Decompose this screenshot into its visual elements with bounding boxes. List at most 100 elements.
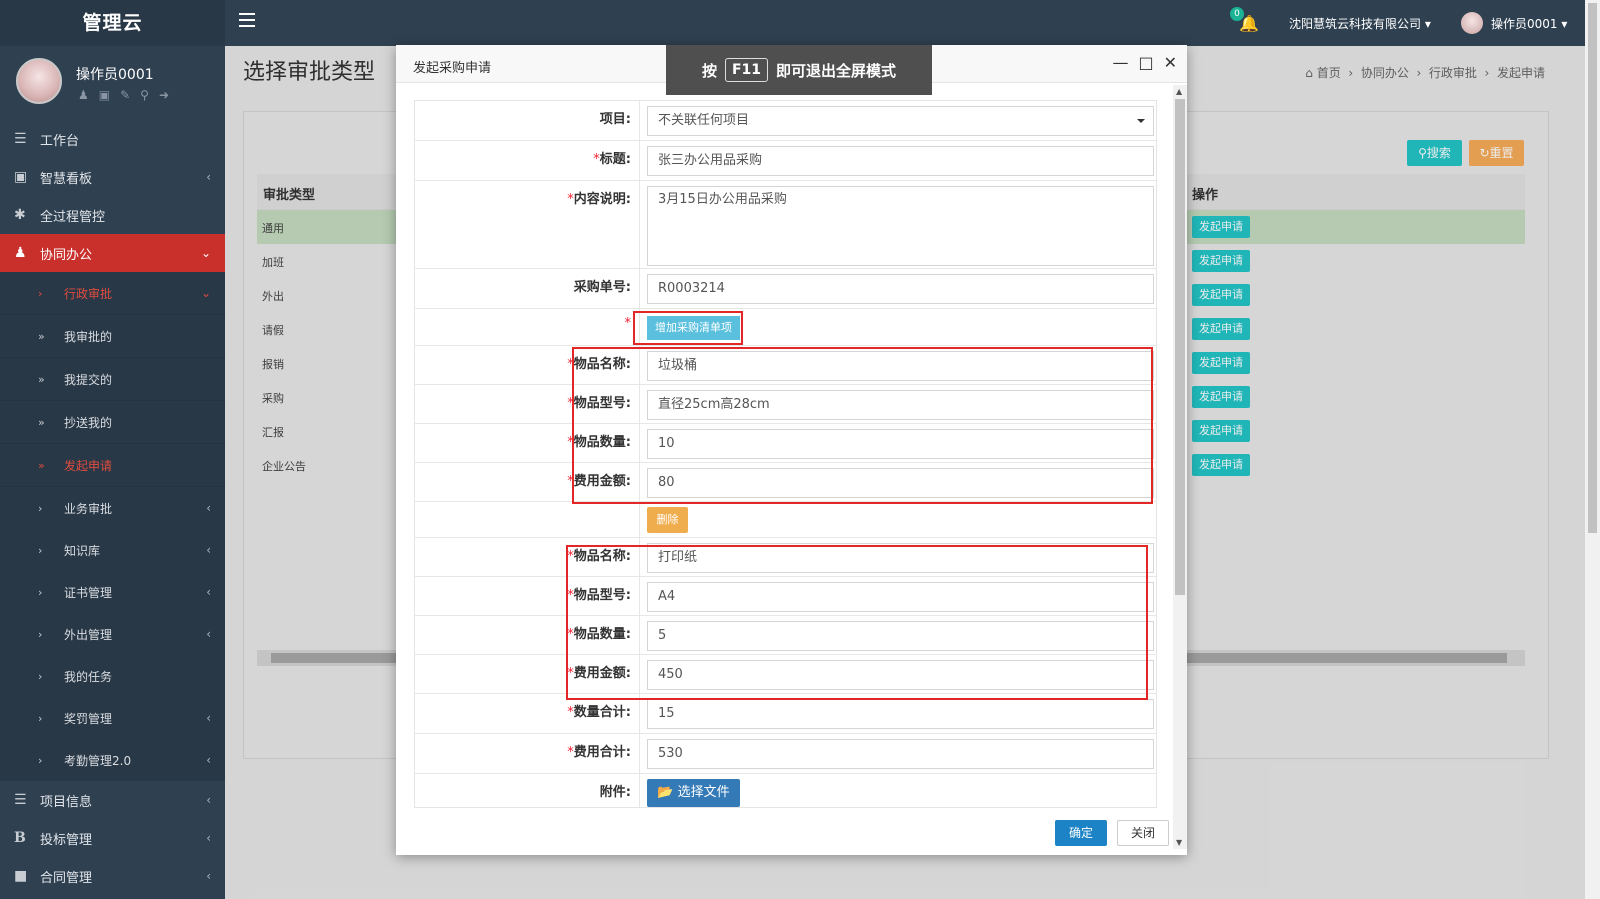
order-number-input[interactable]: R0003214 (647, 274, 1154, 304)
close-button[interactable]: 关闭 (1117, 820, 1169, 846)
user-dropdown[interactable]: 操作员0001 ▾ (1491, 15, 1567, 32)
submenu: › 行政审批 ⌄ » 我审批的 » 我提交的 » 抄送我的 » 发起申请 › 业务审批 ‹ › 知… (0, 272, 225, 781)
user-avatar[interactable] (1461, 12, 1483, 34)
menu-item-process-control[interactable]: ✱ 全过程管控 (0, 196, 225, 234)
item-model-input[interactable]: A4 (647, 582, 1154, 612)
submenu-cc-me[interactable]: » 抄送我的 (0, 401, 225, 444)
cost-total-input[interactable]: 530 (647, 739, 1154, 769)
submenu-business-approval[interactable]: › 业务审批 ‹ (0, 487, 225, 529)
menu-item-dashboard[interactable]: ▣ 智慧看板 ‹ (0, 158, 225, 196)
submenu-my-approved[interactable]: » 我审批的 (0, 315, 225, 358)
hamburger-icon[interactable] (239, 13, 255, 27)
avatar[interactable] (16, 58, 62, 104)
form-row-add-item: * 增加采购清单项 (415, 309, 1156, 346)
form-row-item-cost: *费用金额: 80 (415, 463, 1156, 502)
chevron-left-icon: ‹ (206, 627, 211, 641)
caret-down-icon: ▾ (1424, 17, 1431, 31)
submenu-label: 抄送我的 (64, 415, 113, 430)
item-qty-input[interactable]: 5 (647, 621, 1154, 651)
chevron-left-icon: ‹ (206, 831, 211, 845)
chevron-right-icon: › (38, 627, 43, 641)
field-label: *内容说明: (415, 181, 640, 268)
item-name-input[interactable]: 打印纸 (647, 543, 1154, 573)
project-select[interactable]: 不关联任何项目 (647, 106, 1154, 136)
chevron-right-icon: › (38, 585, 43, 599)
folder-icon: 📂 (657, 785, 674, 800)
submenu-my-tasks[interactable]: › 我的任务 (0, 655, 225, 697)
double-chevron-icon: » (38, 415, 45, 429)
window-scrollbar[interactable] (1585, 0, 1600, 899)
profile-name[interactable]: 操作员0001 (76, 64, 154, 84)
scrollbar-thumb[interactable] (1175, 99, 1185, 595)
form-row-item-qty: *物品数量: 10 (415, 424, 1156, 463)
field-label: *数量合计: (415, 694, 640, 733)
submenu-admin-approval[interactable]: › 行政审批 ⌄ (0, 272, 225, 315)
menu-label: 协同办公 (40, 247, 93, 263)
item-model-input[interactable]: 直径25cm高28cm (647, 390, 1154, 420)
submenu-outing[interactable]: › 外出管理 ‹ (0, 613, 225, 655)
company-dropdown[interactable]: 沈阳慧筑云科技有限公司 ▾ (1289, 15, 1431, 32)
list-icon: ☰ (14, 131, 27, 147)
menu-label: 投标管理 (40, 832, 93, 848)
submenu-rewards[interactable]: › 奖罚管理 ‹ (0, 697, 225, 739)
scrollbar-thumb[interactable] (1588, 3, 1597, 533)
description-textarea[interactable]: 3月15日办公用品采购 (647, 186, 1154, 266)
item-name-input[interactable]: 垃圾桶 (647, 351, 1154, 381)
form-row-cost-total: *费用合计: 530 (415, 734, 1156, 774)
user-icon[interactable]: ♟ (78, 88, 89, 102)
logout-icon[interactable]: ➜ (159, 88, 169, 102)
modal-form: 项目: 不关联任何项目 *标题: 张三办公用品采购 *内容说明: 3月15日办公… (414, 100, 1157, 808)
item-cost-input[interactable]: 80 (647, 468, 1154, 498)
item-cost-input[interactable]: 450 (647, 660, 1154, 690)
scroll-down-icon[interactable]: ▼ (1176, 838, 1182, 847)
choose-file-button[interactable]: 📂 选择文件 (647, 779, 740, 807)
scroll-up-icon[interactable]: ▲ (1176, 87, 1182, 96)
submenu-label: 我审批的 (64, 329, 113, 344)
title-input[interactable]: 张三办公用品采购 (647, 146, 1154, 176)
form-row-item-name: *物品名称: 打印纸 (415, 538, 1156, 577)
form-row-item-model: *物品型号: A4 (415, 577, 1156, 616)
form-row-attachment: 附件: 📂 选择文件 (415, 774, 1156, 807)
form-row-delete: 删除 (415, 502, 1156, 538)
submenu-my-submitted[interactable]: » 我提交的 (0, 358, 225, 401)
item-qty-input[interactable]: 10 (647, 429, 1154, 459)
qty-total-input[interactable]: 15 (647, 699, 1154, 729)
submenu-start-application[interactable]: » 发起申请 (0, 444, 225, 487)
add-item-button[interactable]: 增加采购清单项 (647, 316, 740, 340)
modal-scrollbar[interactable]: ▲ ▼ (1173, 85, 1187, 849)
form-row-item-qty: *物品数量: 5 (415, 616, 1156, 655)
key-icon[interactable]: ⚲ (140, 88, 149, 102)
edit-icon[interactable]: ✎ (120, 88, 130, 102)
form-row-item-name: *物品名称: 垃圾桶 (415, 346, 1156, 385)
menu-item-project-info[interactable]: ☰ 项目信息 ‹ (0, 781, 225, 819)
minimize-icon[interactable]: — (1112, 53, 1128, 72)
image-icon[interactable]: ▣ (99, 88, 110, 102)
delete-item-button[interactable]: 删除 (647, 507, 688, 533)
field-label: *物品数量: (415, 616, 640, 654)
chevron-right-icon: › (38, 669, 43, 683)
bold-b-icon: B (14, 830, 26, 846)
submenu-certificates[interactable]: › 证书管理 ‹ (0, 571, 225, 613)
chevron-right-icon: › (38, 753, 43, 767)
bell-icon[interactable]: 🔔 (1239, 14, 1259, 33)
form-row-title: *标题: 张三办公用品采购 (415, 141, 1156, 181)
chevron-right-icon: › (38, 501, 43, 515)
menu-label: 合同管理 (40, 870, 93, 886)
form-row-description: *内容说明: 3月15日办公用品采购 (415, 181, 1156, 269)
menu-item-bidding[interactable]: B 投标管理 ‹ (0, 819, 225, 857)
menu-item-workbench[interactable]: ☰ 工作台 (0, 120, 225, 158)
submenu-attendance[interactable]: › 考勤管理2.0 ‹ (0, 739, 225, 781)
menu-label: 项目信息 (40, 794, 93, 810)
caret-down-icon (1137, 119, 1145, 123)
submenu-label: 奖罚管理 (64, 711, 113, 726)
double-chevron-icon: » (38, 372, 45, 386)
maximize-icon[interactable]: □ (1138, 53, 1153, 72)
field-label: 附件: (415, 774, 640, 807)
submenu-knowledge-base[interactable]: › 知识库 ‹ (0, 529, 225, 571)
field-label: *费用金额: (415, 463, 640, 501)
close-icon[interactable]: ✕ (1164, 53, 1177, 72)
menu-item-collaboration[interactable]: ♟ 协同办公 ⌄ (0, 234, 225, 272)
menu-item-contracts[interactable]: ■ 合同管理 ‹ (0, 857, 225, 895)
modal-controls: — □ ✕ (1112, 53, 1177, 72)
confirm-button[interactable]: 确定 (1055, 820, 1107, 846)
